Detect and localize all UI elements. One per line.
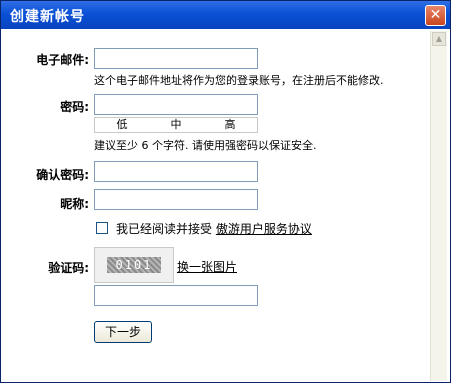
captcha-label: 验证码: xyxy=(48,261,89,275)
password-field[interactable] xyxy=(94,94,258,115)
strength-medium: 中 xyxy=(170,118,182,131)
captcha-code: 0101 xyxy=(107,257,161,273)
email-field[interactable] xyxy=(94,48,258,69)
terms-link[interactable]: 傲游用户服务协议 xyxy=(216,222,312,236)
vertical-scrollbar[interactable]: ▲ xyxy=(430,31,447,381)
password-strength-meter: 低 中 高 xyxy=(94,117,258,133)
close-button[interactable]: ✕ xyxy=(425,5,446,26)
agree-row: 我已经阅读并接受 傲游用户服务协议 xyxy=(116,220,312,237)
confirm-password-label: 确认密码: xyxy=(36,168,89,182)
title-bar[interactable]: 创建新帐号 ✕ xyxy=(1,1,450,29)
agree-checkbox[interactable] xyxy=(96,222,108,234)
next-button[interactable]: 下一步 xyxy=(94,321,152,343)
agree-text: 我已经阅读并接受 xyxy=(116,222,213,236)
window-title: 创建新帐号 xyxy=(10,9,85,25)
captcha-image: 0101 xyxy=(94,247,174,283)
strength-high: 高 xyxy=(224,118,236,131)
scroll-up-arrow-icon[interactable]: ▲ xyxy=(432,32,446,46)
email-label: 电子邮件: xyxy=(36,53,89,67)
close-icon: ✕ xyxy=(429,7,442,23)
form-area: 电子邮件: 这个电子邮件地址将作为您的登录账号，在注册后不能修改. 密码: 低 … xyxy=(5,31,430,381)
nickname-label: 昵称: xyxy=(60,197,89,211)
confirm-password-field[interactable] xyxy=(94,161,258,182)
email-hint: 这个电子邮件地址将作为您的登录账号，在注册后不能修改. xyxy=(94,74,384,87)
nickname-field[interactable] xyxy=(94,189,258,210)
create-account-dialog: 创建新帐号 ✕ 电子邮件: 这个电子邮件地址将作为您的登录账号，在注册后不能修改… xyxy=(0,0,451,383)
change-captcha-link[interactable]: 换一张图片 xyxy=(177,258,237,275)
password-hint: 建议至少 6 个字符. 请使用强密码以保证安全. xyxy=(94,139,317,152)
captcha-field[interactable] xyxy=(94,285,258,306)
strength-low: 低 xyxy=(116,118,128,131)
password-label: 密码: xyxy=(60,100,89,114)
